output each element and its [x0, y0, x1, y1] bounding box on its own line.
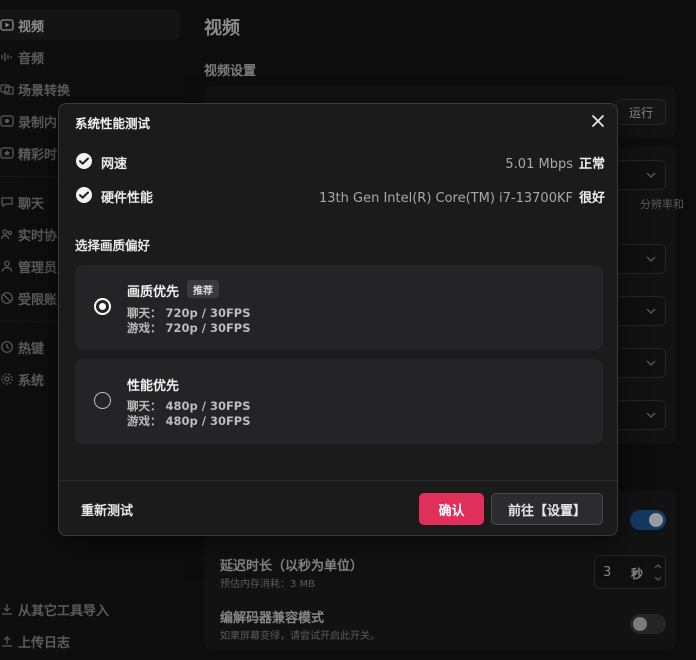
check-value: 13th Gen Intel(R) Core(TM) i7-13700KF 很好	[318, 191, 605, 206]
hardware-performance-row: 硬件性能 13th Gen Intel(R) Core(TM) i7-13700…	[75, 185, 605, 206]
radio-unselected[interactable]	[94, 392, 111, 409]
confirm-button[interactable]: 确认	[419, 493, 484, 525]
quality-preference-title: 选择画质偏好	[75, 238, 151, 253]
option-chat-spec: 聊天： 480p / 30FPS	[127, 399, 251, 413]
option-game-spec: 游戏： 720p / 30FPS	[127, 321, 251, 335]
check-circle-icon	[76, 187, 92, 203]
performance-test-dialog: 系统性能测试 网速 5.01 Mbps 正常 硬件性能 13th Gen Inte…	[58, 103, 618, 536]
option-title: 画质优先	[127, 285, 180, 300]
go-to-settings-button[interactable]: 前往【设置】	[491, 493, 603, 525]
check-label: 硬件性能	[101, 191, 154, 206]
dialog-title: 系统性能测试	[75, 116, 151, 131]
recommended-badge: 推荐	[187, 280, 219, 298]
check-status: 很好	[578, 191, 605, 206]
option-chat-spec: 聊天： 720p / 30FPS	[127, 306, 251, 320]
retest-button[interactable]: 重新测试	[81, 500, 133, 519]
network-speed-row: 网速 5.01 Mbps 正常	[75, 151, 605, 172]
option-performance-first[interactable]: 性能优先 聊天： 480p / 30FPS 游戏： 480p / 30FPS	[75, 359, 603, 444]
close-button[interactable]	[589, 112, 607, 130]
close-icon	[592, 115, 604, 127]
option-quality-first[interactable]: 画质优先 推荐 聊天： 720p / 30FPS 游戏： 720p / 30FP…	[75, 265, 603, 350]
check-label: 网速	[101, 157, 128, 172]
dialog-footer: 重新测试 确认 前往【设置】	[59, 480, 617, 536]
check-circle-icon	[76, 153, 92, 169]
check-status: 正常	[578, 157, 605, 172]
option-game-spec: 游戏： 480p / 30FPS	[127, 414, 251, 428]
radio-selected[interactable]	[94, 298, 111, 315]
check-value: 5.01 Mbps 正常	[505, 157, 605, 172]
option-title: 性能优先	[127, 379, 180, 394]
